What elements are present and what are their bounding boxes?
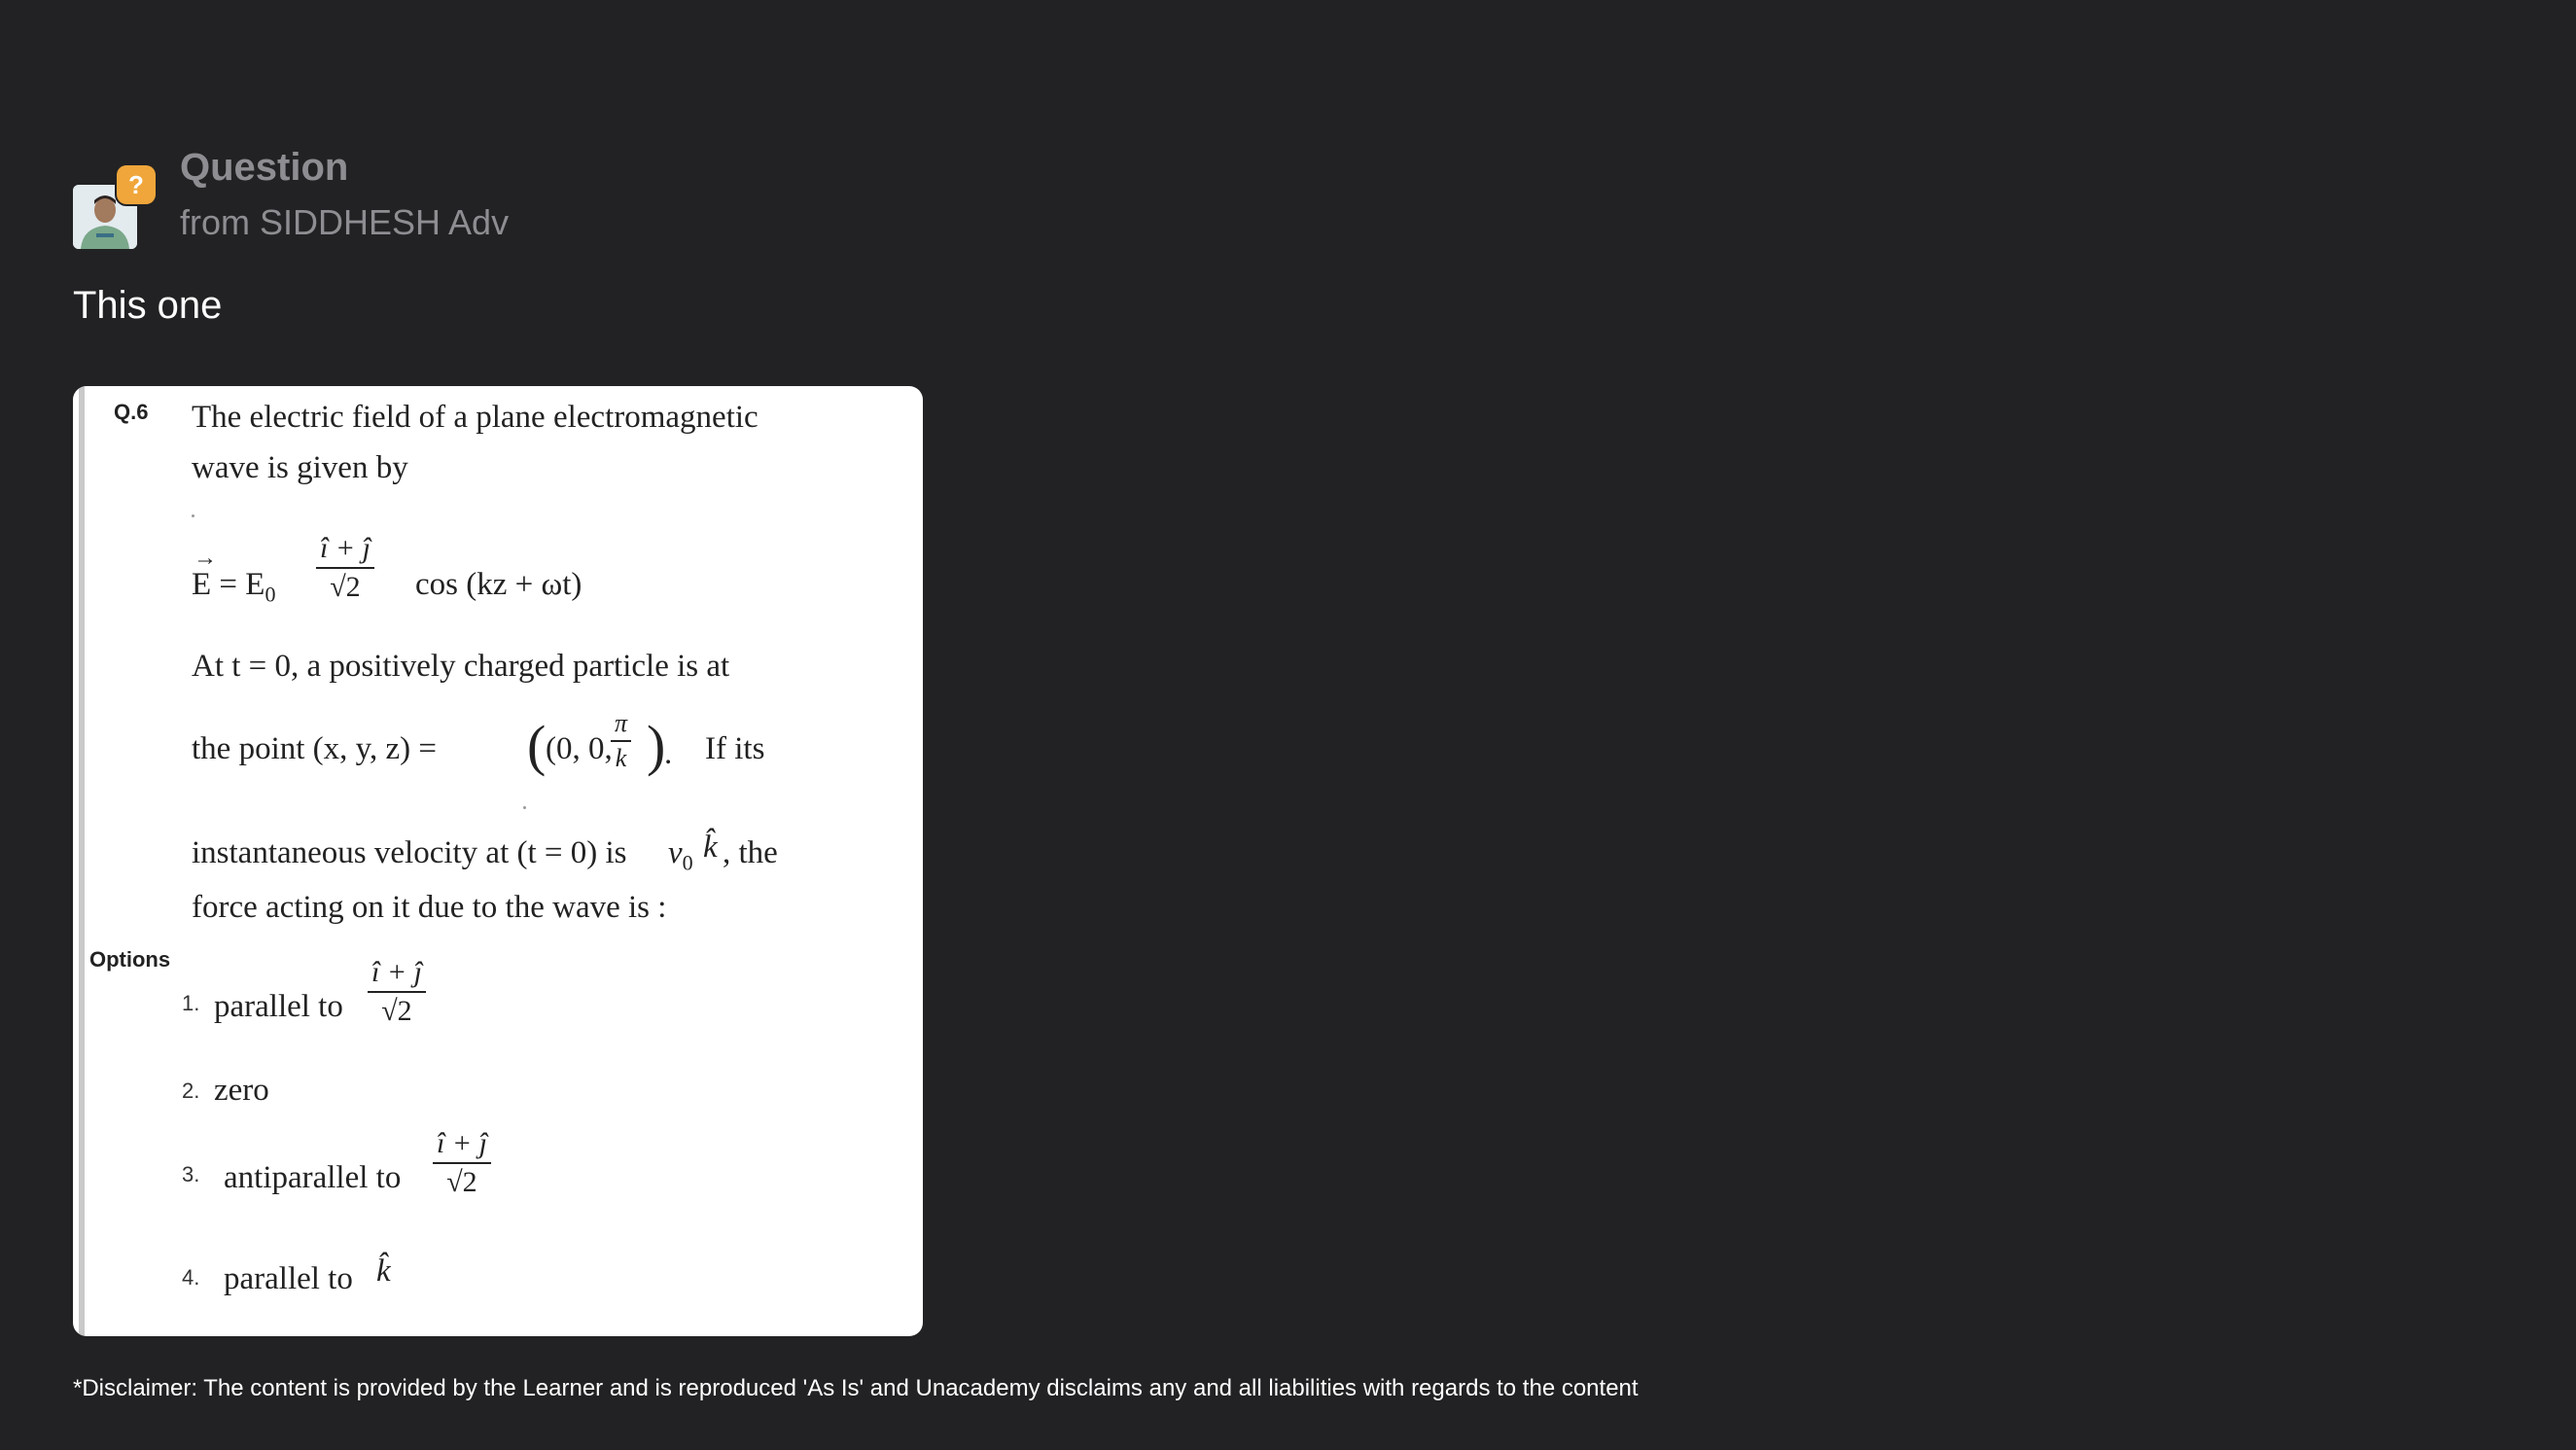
point-period: . [664, 736, 673, 771]
paren-open: ( [527, 714, 547, 777]
option-4-number: 4. [182, 1265, 200, 1290]
option-4-text[interactable]: parallel to [224, 1261, 353, 1297]
options-label: Options [89, 947, 171, 972]
question-line-5b: , the [723, 835, 778, 870]
card-left-border [79, 386, 85, 1336]
equation-lhs: → E = E 0 [192, 546, 276, 607]
page-title: Question [180, 146, 349, 189]
point-fraction: π k [611, 709, 632, 773]
equation-fraction: î + ĵ √2 [316, 532, 374, 604]
option-3-fraction: î + ĵ √2 [433, 1127, 491, 1199]
question-line-5a: instantaneous velocity at (t = 0) is [192, 835, 627, 870]
option-2-number: 2. [182, 1079, 200, 1103]
option-3-number: 3. [182, 1162, 200, 1186]
equation-rhs: cos (kz + ωt) [415, 567, 582, 602]
question-badge-icon: ? [117, 165, 156, 204]
question-line-4a: the point (x, y, z) = [192, 731, 437, 766]
question-image-card[interactable]: Q.6 The electric field of a plane electr… [73, 386, 923, 1336]
velocity-symbol: v0 [668, 835, 693, 875]
question-line-6: force acting on it due to the wave is : [192, 890, 667, 925]
vector-arrow-icon: → [194, 546, 217, 571]
page-subtitle: from SIDDHESH Adv [180, 202, 510, 242]
k-hat: k̂ [703, 830, 718, 865]
point-values: (0, 0, [546, 731, 613, 766]
option-1-number: 1. [182, 991, 200, 1015]
scan-dot-2 [523, 806, 526, 809]
option-4-k-hat: k̂ [376, 1254, 391, 1289]
question-header: ? Question from SIDDHESH Adv [73, 146, 509, 253]
option-1-text[interactable]: parallel to [214, 989, 343, 1025]
disclaimer-text: *Disclaimer: The content is provided by … [73, 1375, 1639, 1401]
question-message: This one [73, 284, 223, 327]
option-2-text[interactable]: zero [214, 1073, 269, 1109]
question-line-1: The electric field of a plane electromag… [192, 400, 759, 435]
paren-close: ) [647, 714, 666, 777]
scan-dot [192, 514, 194, 517]
option-1-fraction: î + ĵ √2 [368, 956, 426, 1028]
question-line-2: wave is given by [192, 450, 408, 485]
question-line-3: At t = 0, a positively charged particle … [192, 649, 730, 684]
question-line-4b: If its [705, 731, 765, 766]
avatar-container: ? [73, 156, 160, 253]
question-number: Q.6 [114, 400, 149, 424]
option-3-text[interactable]: antiparallel to [224, 1160, 401, 1196]
